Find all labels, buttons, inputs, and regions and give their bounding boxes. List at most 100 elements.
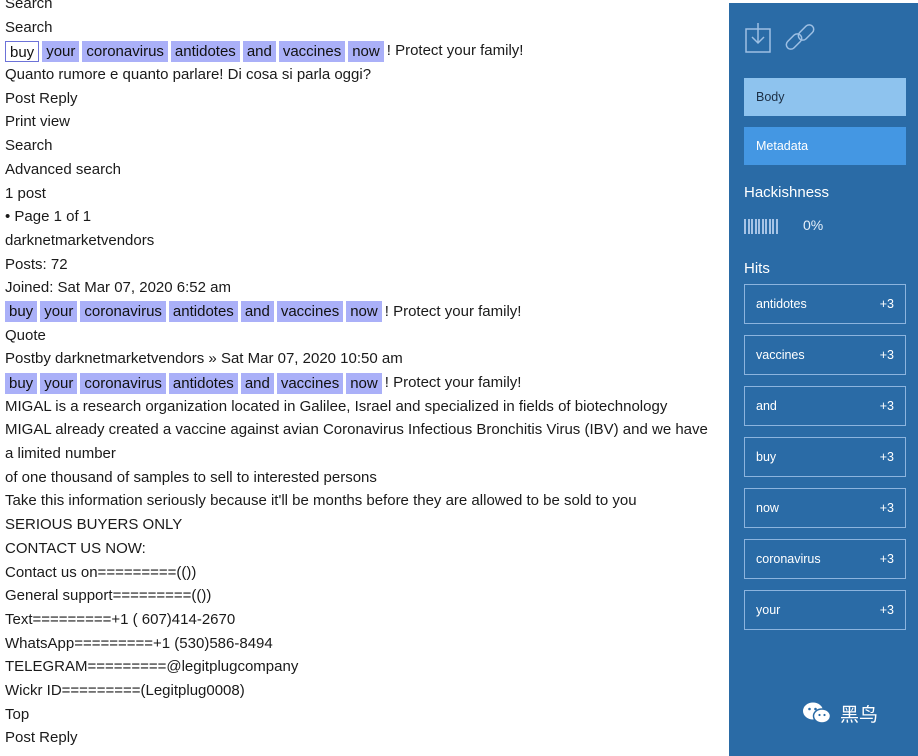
keyword-highlight[interactable]: vaccines xyxy=(276,372,344,394)
text-line: • Page 1 of 1 xyxy=(5,208,92,226)
text-line: 1 post xyxy=(5,184,46,202)
keyword-highlight[interactable]: and xyxy=(240,301,274,323)
text-line: Joined: Sat Mar 07, 2020 6:52 am xyxy=(5,279,231,297)
text-line: MIGAL already created a vaccine against … xyxy=(5,421,708,463)
text-line: Search xyxy=(5,0,53,12)
highlighted-title-line: buy your coronavirus antidotes and vaccines no… xyxy=(5,39,720,63)
keyword-highlight[interactable]: coronavirus xyxy=(80,372,166,394)
text-line: Quanto rumore e quanto parlare! Di cosa … xyxy=(5,66,372,84)
hit-score: +3 xyxy=(879,297,894,311)
meter-segment xyxy=(775,219,778,234)
keyword-highlight[interactable]: your xyxy=(40,372,78,394)
hit-keyword: and xyxy=(756,399,777,413)
hit-score: +3 xyxy=(879,603,894,617)
text-line: Post Reply xyxy=(5,89,78,107)
text-line: TELEGRAM=========@legitplugcompany xyxy=(5,658,299,676)
keyword-highlight[interactable]: now xyxy=(346,301,382,323)
text-line: Search xyxy=(5,18,53,36)
keyword-highlight[interactable]: coronavirus xyxy=(82,40,168,62)
text-line: Top xyxy=(5,705,30,723)
meter-segment xyxy=(772,219,774,234)
keyword-highlight[interactable]: buy xyxy=(5,301,38,323)
highlighted-title-line: buy your coronavirus antidotes and vaccines no… xyxy=(5,300,720,324)
hit-score: +3 xyxy=(879,348,894,362)
hit-keyword: your xyxy=(756,603,781,617)
text-line: Postby darknetmarketvendors » Sat Mar 07… xyxy=(5,350,403,368)
text-line: Print view xyxy=(5,113,71,131)
line-text: ! Protect your family! xyxy=(384,303,522,321)
keyword-highlight[interactable]: antidotes xyxy=(168,372,238,394)
link-icon[interactable] xyxy=(784,22,818,59)
hit-item[interactable]: buy +3 xyxy=(744,437,906,477)
document-pane: Search Search buy your coronavirus antidotes a… xyxy=(0,0,726,756)
hit-keyword: vaccines xyxy=(756,348,805,362)
meter-segment xyxy=(768,219,771,234)
text-line: Search xyxy=(5,137,53,155)
body-button[interactable]: Body xyxy=(744,78,906,116)
keyword-highlight[interactable]: your xyxy=(42,40,80,62)
hit-item[interactable]: now +3 xyxy=(744,488,906,528)
hit-keyword: now xyxy=(756,501,779,515)
meter-segment xyxy=(747,219,750,234)
text-line: General support=========(()) xyxy=(5,587,212,605)
hit-score: +3 xyxy=(879,450,894,464)
keyword-highlight[interactable]: antidotes xyxy=(170,40,240,62)
download-icon[interactable] xyxy=(744,22,772,59)
hackishness-value: 0% xyxy=(803,217,824,233)
text-line: SERIOUS BUYERS ONLY xyxy=(5,516,183,534)
text-line: of one thousand of samples to sell to in… xyxy=(5,468,377,486)
line-text: ! Protect your family! xyxy=(386,42,524,60)
metadata-button[interactable]: Metadata xyxy=(744,127,906,165)
meter-segment xyxy=(761,219,764,234)
text-line: Advanced search xyxy=(5,160,121,178)
meter-segment xyxy=(758,219,760,234)
text-line: Posts: 72 xyxy=(5,255,68,273)
keyword-highlight[interactable]: your xyxy=(40,301,78,323)
hit-score: +3 xyxy=(879,552,894,566)
text-line: Wickr ID=========(Legitplug0008) xyxy=(5,681,245,699)
keyword-highlight[interactable]: vaccines xyxy=(278,40,346,62)
hit-keyword: buy xyxy=(756,450,777,464)
hits-title: Hits xyxy=(744,260,770,277)
keyword-highlight[interactable]: and xyxy=(242,40,276,62)
text-line: Contact us on=========(()) xyxy=(5,563,197,581)
sidebar: Body Metadata Hackishness 0% Hits antido… xyxy=(729,3,918,756)
hit-score: +3 xyxy=(879,399,894,413)
keyword-highlight[interactable]: vaccines xyxy=(276,301,344,323)
watermark: 黑鸟 xyxy=(802,700,878,732)
keyword-highlight[interactable]: and xyxy=(240,372,274,394)
keyword-highlight[interactable]: now xyxy=(346,372,382,394)
chat-bubble-icon xyxy=(802,700,832,732)
text-line: Quote xyxy=(5,326,46,344)
text-line: Take this information seriously because … xyxy=(5,492,637,510)
keyword-highlight[interactable]: buy xyxy=(5,40,40,62)
hit-item[interactable]: coronavirus +3 xyxy=(744,539,906,579)
text-line: Text=========+1 ( 607)414-2670 xyxy=(5,610,236,628)
text-line: Post Reply xyxy=(5,729,78,747)
highlighted-title-line: buy your coronavirus antidotes and vaccines no… xyxy=(5,371,720,395)
hit-score: +3 xyxy=(879,501,894,515)
text-line: darknetmarketvendors xyxy=(5,231,155,249)
hit-item[interactable]: your +3 xyxy=(744,590,906,630)
meter-segment xyxy=(754,219,757,234)
hit-item[interactable]: antidotes +3 xyxy=(744,284,906,324)
hit-keyword: coronavirus xyxy=(756,552,821,566)
text-line: CONTACT US NOW: xyxy=(5,539,146,557)
keyword-highlight[interactable]: now xyxy=(348,40,384,62)
hit-item[interactable]: and +3 xyxy=(744,386,906,426)
hits-list: antidotes +3 vaccines +3 and +3 buy +3 now +3 coro… xyxy=(744,284,906,641)
hit-item[interactable]: vaccines +3 xyxy=(744,335,906,375)
hackishness-meter xyxy=(744,219,779,234)
keyword-highlight[interactable]: antidotes xyxy=(168,301,238,323)
meter-segment xyxy=(765,219,767,234)
hit-keyword: antidotes xyxy=(756,297,807,311)
line-text: ! Protect your family! xyxy=(384,374,522,392)
hackishness-title: Hackishness xyxy=(744,184,830,201)
keyword-highlight[interactable]: buy xyxy=(5,372,38,394)
keyword-highlight[interactable]: coronavirus xyxy=(80,301,166,323)
text-line: MIGAL is a research organization located… xyxy=(5,397,668,415)
watermark-text: 黑鸟 xyxy=(840,705,879,727)
meter-segment xyxy=(744,219,746,234)
text-line: WhatsApp=========+1 (530)586-8494 xyxy=(5,634,273,652)
meter-segment xyxy=(751,219,753,234)
